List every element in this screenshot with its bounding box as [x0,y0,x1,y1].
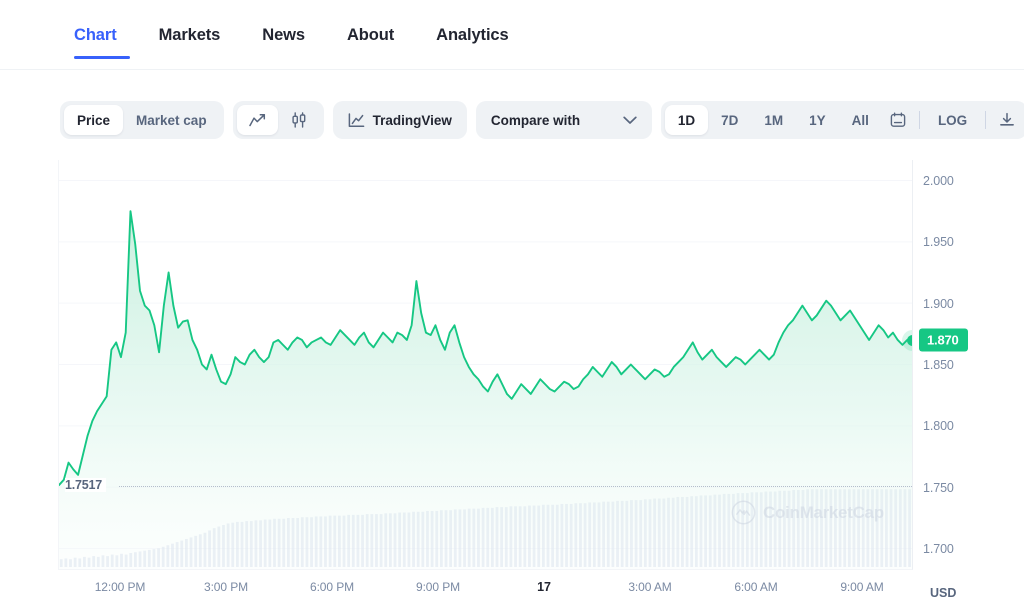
x-axis-tick: 9:00 AM [840,580,883,594]
charttype-toggle-group [233,101,324,139]
currency-label: USD [930,586,956,600]
tab-markets-label: Markets [159,26,221,44]
metric-marketcap-button[interactable]: Market cap [123,105,220,135]
compare-with-label: Compare with [491,113,580,128]
y-axis-tick: 1.800 [923,419,954,433]
x-axis-tick: 3:00 AM [628,580,671,594]
metric-price-button[interactable]: Price [64,105,123,135]
tab-list: Chart Markets News About Analytics [58,26,530,59]
compare-with-dropdown[interactable]: Compare with [476,101,652,139]
tradingview-button[interactable]: TradingView [333,101,467,139]
calendar-icon[interactable] [882,105,914,135]
tab-analytics[interactable]: Analytics [415,26,529,59]
metric-toggle-group: Price Market cap [60,101,224,139]
download-icon[interactable] [991,105,1023,135]
x-axis-tick: 9:00 PM [416,580,460,594]
time-range-group: 1D 7D 1M 1Y All LOG [661,101,1024,139]
current-price-badge: 1.870 [919,329,968,352]
x-axis-tick: 17 [537,580,551,594]
tab-about-label: About [347,26,394,44]
y-axis-tick: 2.000 [923,174,954,188]
x-axis-tick: 6:00 AM [734,580,777,594]
tab-bar: Chart Markets News About Analytics [0,0,1024,70]
x-axis-tick: 6:00 PM [310,580,354,594]
tradingview-icon [348,113,365,128]
low-price-dotted-line [119,486,912,488]
tab-news-label: News [262,26,305,44]
low-price-label: 1.7517 [65,478,106,492]
range-1m-button[interactable]: 1M [751,105,796,135]
toolbar-divider-1 [919,111,920,129]
current-price-dot [907,335,913,346]
line-chart-icon[interactable] [237,105,278,135]
tab-news[interactable]: News [241,26,326,59]
price-chart[interactable]: 1.7517 CoinMarketCap [58,160,913,570]
candlestick-chart-icon[interactable] [278,105,320,135]
range-all-button[interactable]: All [839,105,882,135]
y-axis: 2.0001.9501.9001.8501.8001.7501.7001.870 [923,160,1024,570]
tab-chart-label: Chart [74,26,117,44]
x-axis-tick: 12:00 PM [95,580,146,594]
x-axis-tick: 3:00 PM [204,580,248,594]
chart-canvas [59,160,912,569]
log-scale-button[interactable]: LOG [925,105,980,135]
tab-markets[interactable]: Markets [138,26,242,59]
toolbar-divider-2 [985,111,986,129]
tradingview-label: TradingView [373,113,452,128]
chart-plot-area: 1.7517 CoinMarketCap [58,160,913,570]
y-axis-tick: 1.750 [923,481,954,495]
range-7d-button[interactable]: 7D [708,105,751,135]
y-axis-tick: 1.700 [923,542,954,556]
tab-about[interactable]: About [326,26,415,59]
range-1d-button[interactable]: 1D [665,105,708,135]
chevron-down-icon [623,116,637,125]
y-axis-tick: 1.900 [923,297,954,311]
y-axis-tick: 1.950 [923,235,954,249]
x-axis: 12:00 PM 3:00 PM 6:00 PM 9:00 PM 17 3:00 AM 6:… [58,580,913,600]
chart-toolbar: Price Market cap TradingView [60,101,1024,139]
range-1y-button[interactable]: 1Y [796,105,839,135]
tab-analytics-label: Analytics [436,26,508,44]
y-axis-tick: 1.850 [923,358,954,372]
tab-chart[interactable]: Chart [58,26,138,59]
